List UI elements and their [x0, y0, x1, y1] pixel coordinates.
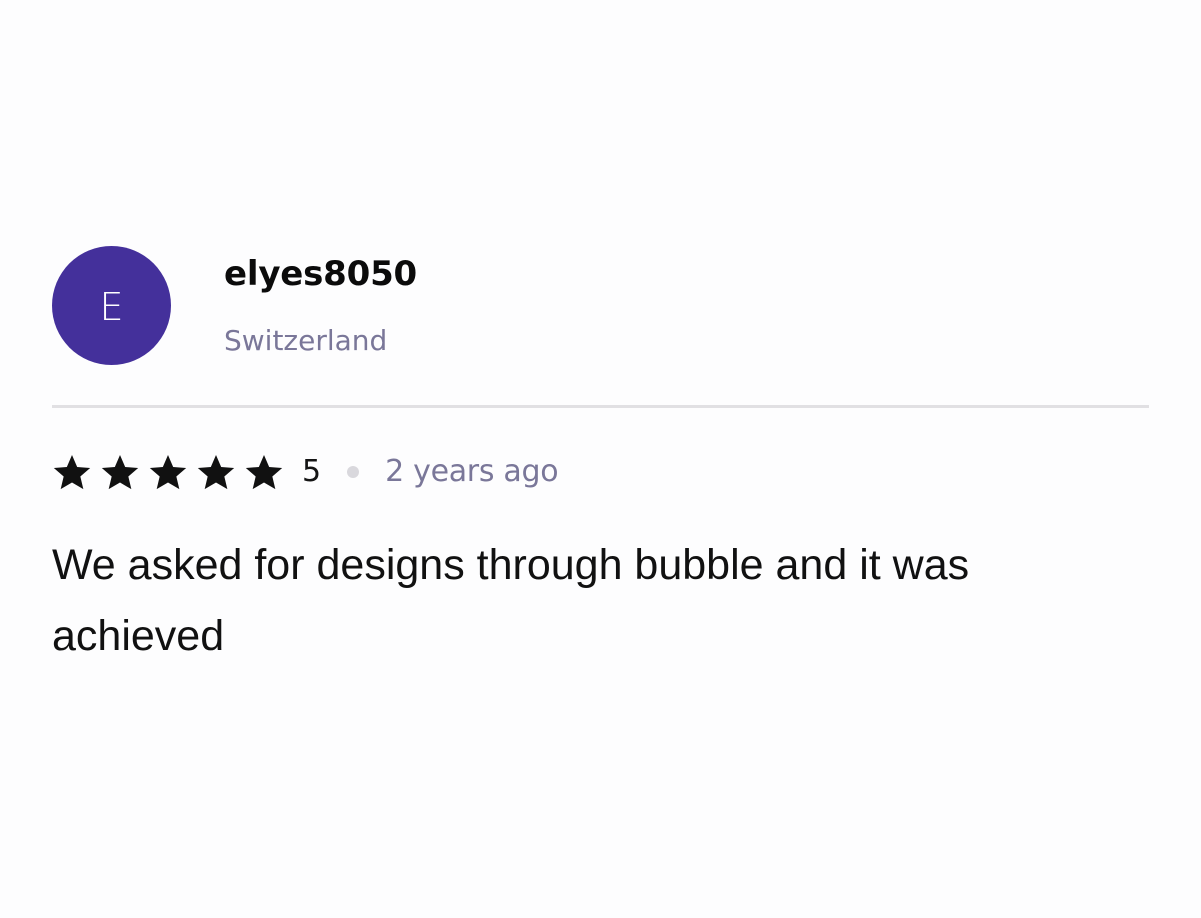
reviewer-name: elyes8050 — [224, 254, 418, 294]
star-icon — [100, 452, 140, 492]
divider — [52, 405, 1149, 408]
reviewer-country: Switzerland — [224, 324, 388, 357]
avatar-initial: E — [99, 284, 124, 329]
avatar: E — [52, 246, 171, 365]
star-icon — [196, 452, 236, 492]
star-icon — [244, 452, 284, 492]
star-icon — [148, 452, 188, 492]
rating-row: 5 2 years ago — [52, 446, 559, 498]
star-rating — [52, 452, 292, 492]
review-text: We asked for designs through bubble and … — [52, 541, 970, 660]
review-time: 2 years ago — [385, 454, 559, 489]
star-icon — [52, 452, 92, 492]
review-card: E elyes8050 Switzerland 5 2 years ago We… — [0, 0, 1201, 918]
separator-dot — [347, 466, 360, 478]
rating-value: 5 — [302, 454, 322, 489]
